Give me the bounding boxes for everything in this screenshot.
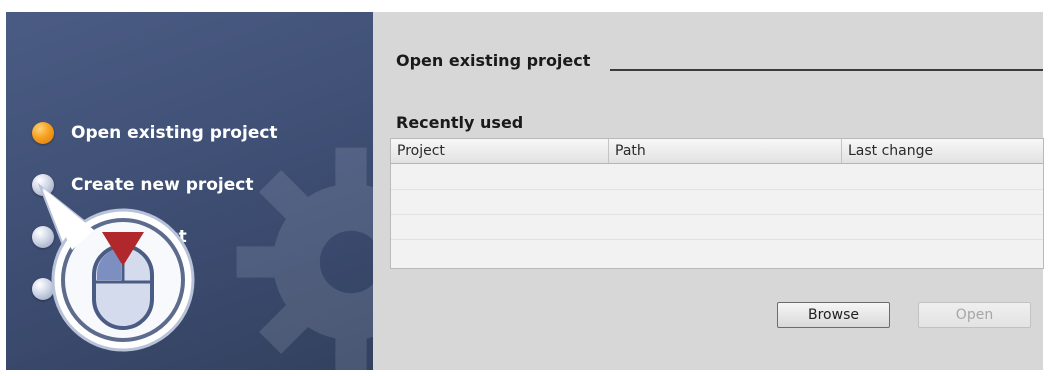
main-panel: Open existing project Recently used Proj… [373,12,1044,370]
column-header-project[interactable]: Project [391,139,609,163]
mouse-click-callout [37,182,195,352]
table-header: Project Path Last change [391,139,1043,164]
recently-used-heading: Recently used [396,113,524,132]
sidebar-item-open-existing-project[interactable]: Open existing project [32,118,278,148]
gear-icon [236,147,373,370]
column-header-last-change[interactable]: Last change [842,139,1043,163]
browse-button[interactable]: Browse [777,302,890,328]
column-header-path[interactable]: Path [609,139,842,163]
portal-sidebar: Open existing project Create new project… [6,12,373,370]
section-title: Open existing project [396,51,591,70]
table-row-divider [391,239,1043,240]
active-bullet-icon [32,122,54,144]
open-button[interactable]: Open [918,302,1031,328]
recent-projects-table[interactable]: Project Path Last change [390,138,1044,269]
table-row-divider [391,214,1043,215]
title-divider [610,69,1043,71]
table-row-divider [391,189,1043,190]
portal-window: Open existing project Create new project… [6,12,1044,370]
sidebar-item-label: Open existing project [71,123,278,143]
